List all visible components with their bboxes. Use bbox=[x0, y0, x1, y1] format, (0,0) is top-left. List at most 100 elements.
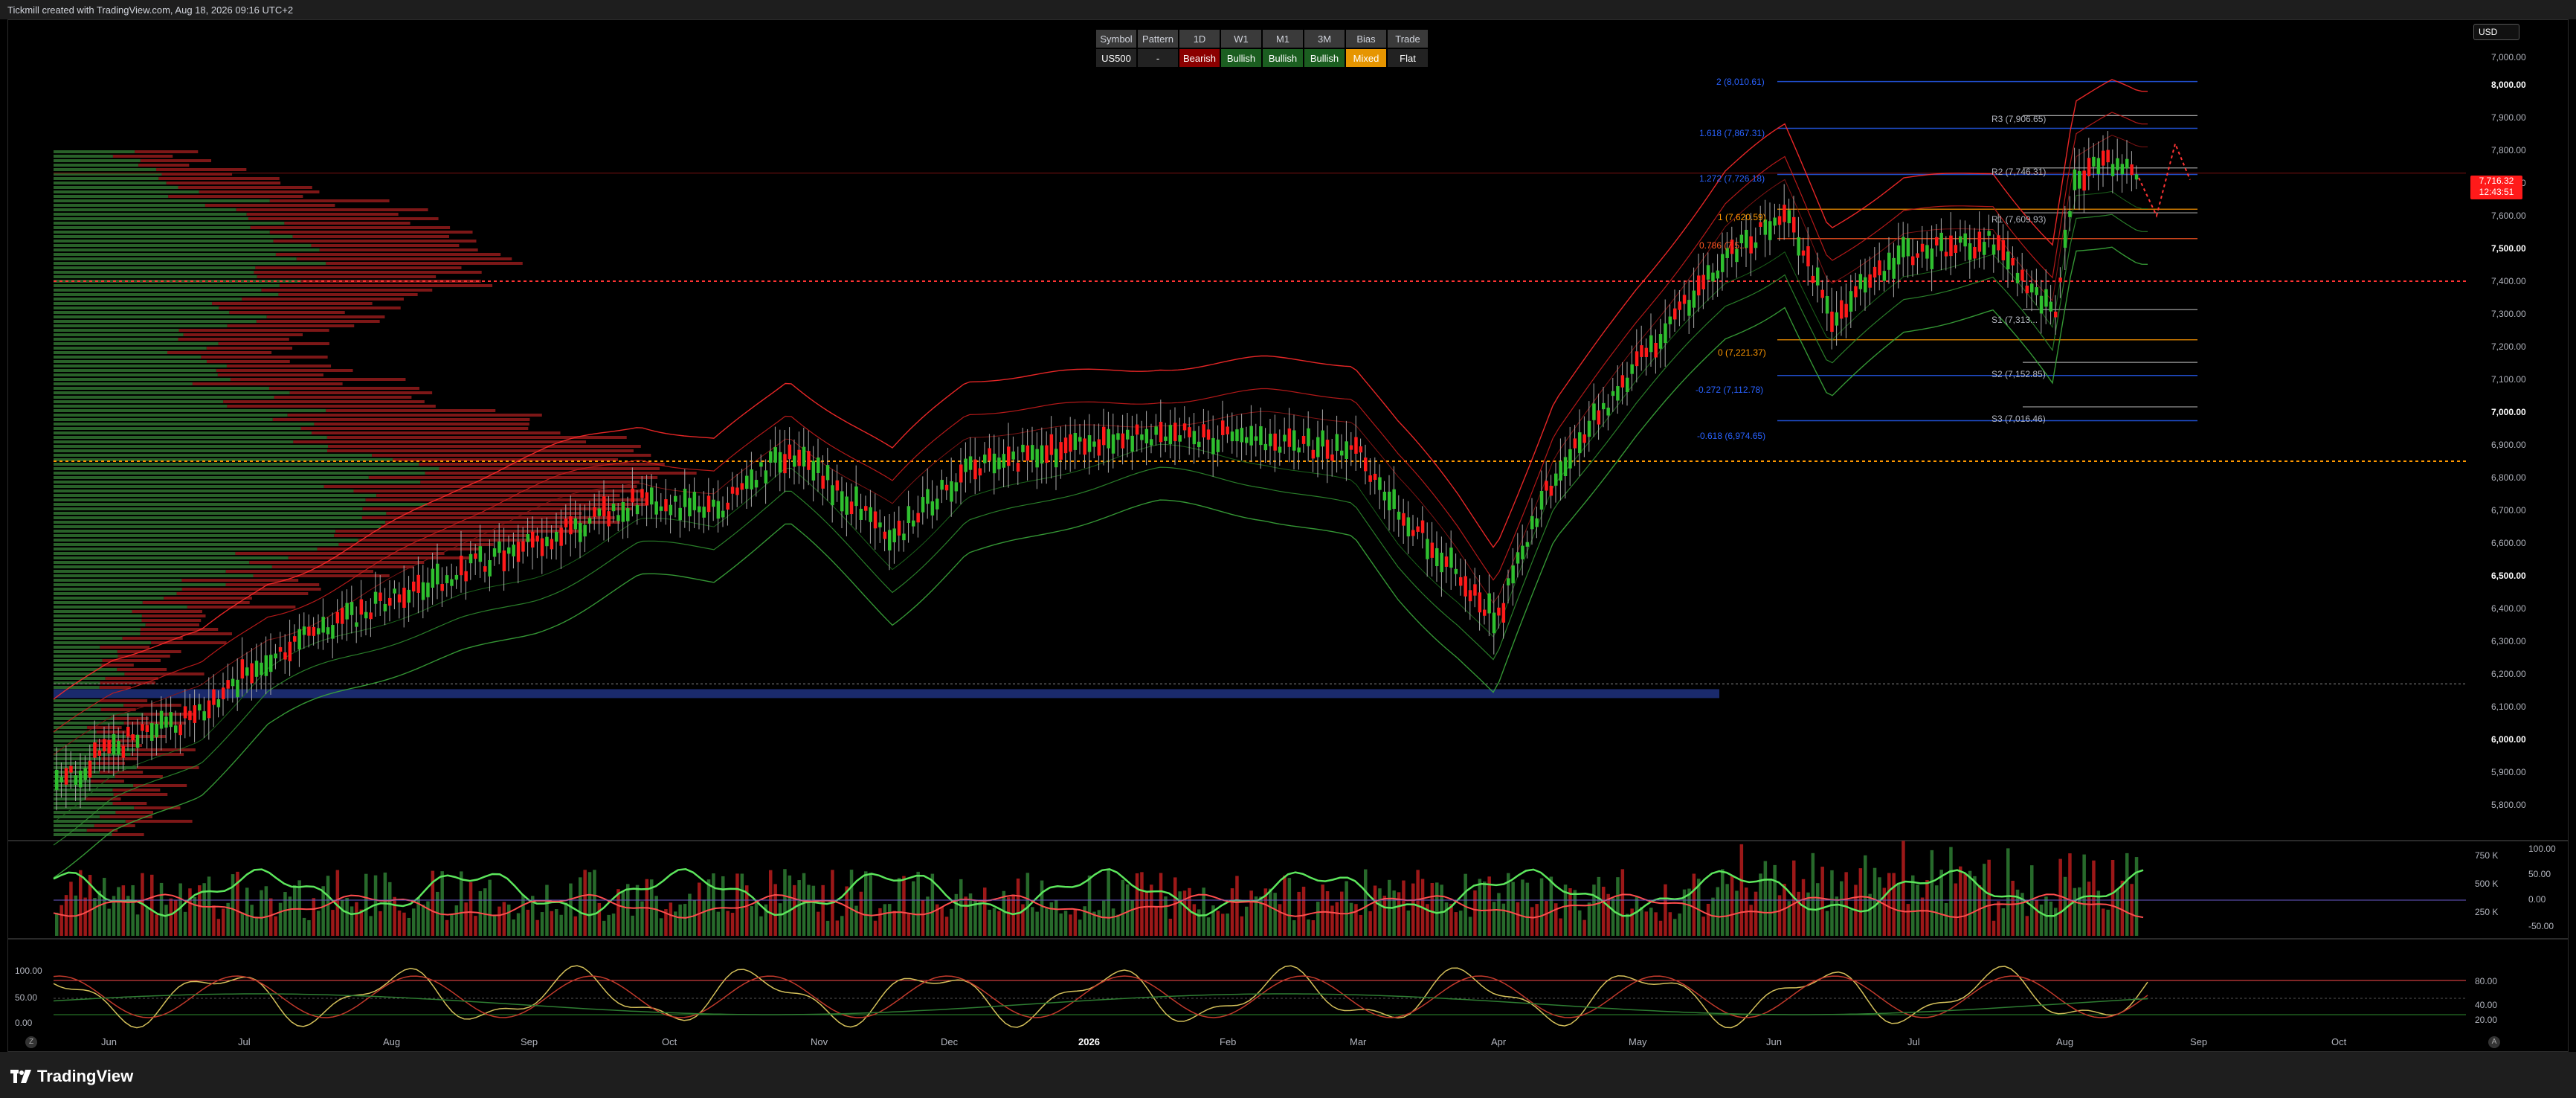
candle-body bbox=[545, 536, 549, 547]
volume-profile-bar bbox=[54, 467, 439, 470]
volume-bar bbox=[611, 914, 616, 936]
candle-body bbox=[397, 594, 402, 603]
candle-body bbox=[916, 513, 920, 523]
volume-profile-bar bbox=[54, 333, 184, 336]
volume-profile-bar bbox=[362, 507, 633, 510]
candle-body bbox=[1440, 552, 1443, 573]
candle-body bbox=[807, 451, 811, 470]
currency-selector[interactable]: USD bbox=[2473, 24, 2519, 40]
volume-bar bbox=[1849, 909, 1853, 936]
volume-bar bbox=[407, 917, 411, 936]
volume-bar bbox=[1325, 891, 1330, 936]
candle-body bbox=[1330, 454, 1334, 461]
volume-profile-bar bbox=[54, 565, 272, 568]
stoch-axis-left-label: 0.00 bbox=[15, 1018, 33, 1028]
volume-bar bbox=[1511, 882, 1515, 936]
volume-bar bbox=[959, 879, 963, 936]
volume-bar bbox=[2106, 909, 2110, 936]
volume-bar bbox=[1664, 884, 1667, 936]
volume-profile-bar bbox=[192, 382, 343, 385]
volume-bar bbox=[278, 902, 283, 936]
candle-body bbox=[1868, 274, 1872, 288]
volume-profile-bar bbox=[54, 503, 428, 506]
candle-body bbox=[1801, 250, 1806, 256]
volume-bar bbox=[1168, 918, 1173, 936]
volume-bar bbox=[454, 905, 459, 936]
volume-profile-bar bbox=[54, 289, 262, 292]
volume-profile-bar bbox=[54, 614, 142, 617]
volume-bar bbox=[107, 908, 111, 936]
volume-bar bbox=[835, 920, 840, 936]
volume-profile-bar bbox=[54, 427, 301, 430]
volume-profile-bar bbox=[54, 431, 312, 434]
candle-body bbox=[1654, 342, 1658, 358]
volume-profile-bar bbox=[54, 226, 251, 229]
volume-bar bbox=[1054, 900, 1058, 936]
volume-bar bbox=[379, 911, 382, 936]
candle-body bbox=[817, 458, 820, 473]
candle-body bbox=[1045, 445, 1049, 463]
candle-body bbox=[302, 626, 306, 635]
volume-profile-bar bbox=[54, 360, 207, 363]
candle-body bbox=[1701, 274, 1705, 290]
bias-header-6: Bias bbox=[1346, 30, 1386, 48]
candle-body bbox=[1830, 311, 1834, 333]
volume-bar bbox=[283, 892, 287, 936]
price-chart[interactable] bbox=[0, 0, 2576, 1098]
candle-body bbox=[1483, 609, 1487, 616]
volume-profile-bar bbox=[54, 543, 339, 546]
volume-bar bbox=[1887, 873, 1891, 936]
candle-body bbox=[1959, 236, 1962, 243]
candle-body bbox=[735, 487, 739, 495]
volume-profile-bar bbox=[311, 244, 460, 247]
candle-body bbox=[1644, 347, 1649, 357]
volume-profile-bar bbox=[54, 409, 326, 412]
candle-body bbox=[559, 527, 563, 546]
volume-bar bbox=[1530, 907, 1534, 936]
zoom-reset-button[interactable]: Z bbox=[25, 1036, 37, 1048]
volume-bar bbox=[355, 902, 358, 936]
volume-bar bbox=[807, 884, 811, 936]
candle-body bbox=[583, 524, 587, 537]
candle-body bbox=[1173, 423, 1177, 442]
volume-profile-bar bbox=[54, 472, 425, 475]
volume-profile-bar bbox=[54, 552, 236, 555]
volume-profile-bar bbox=[293, 440, 587, 443]
volume-bar bbox=[2134, 857, 2139, 936]
volume-bar bbox=[1944, 902, 1948, 936]
volume-bar bbox=[2025, 916, 2029, 936]
volume-profile-bar bbox=[54, 302, 213, 305]
volume-profile-bar bbox=[287, 414, 542, 417]
candle-body bbox=[878, 522, 882, 527]
volume-profile-bar bbox=[386, 512, 582, 515]
volume-bar bbox=[811, 885, 816, 936]
volume-profile-bar bbox=[54, 293, 279, 296]
volume-profile-bar bbox=[94, 824, 135, 827]
volume-profile-bar bbox=[54, 713, 144, 716]
volume-bar bbox=[1392, 890, 1396, 936]
auto-scale-button[interactable]: A bbox=[2488, 1036, 2500, 1048]
candle-body bbox=[1069, 434, 1072, 452]
volume-axis-label: 250 K bbox=[2475, 907, 2499, 917]
volume-profile-bar bbox=[156, 168, 247, 171]
tradingview-logo[interactable]: TradingView bbox=[10, 1067, 133, 1086]
volume-profile-bar bbox=[242, 298, 404, 301]
volume-profile-bar bbox=[178, 186, 312, 189]
candle-body bbox=[1449, 548, 1453, 568]
time-axis-label: Aug bbox=[2056, 1036, 2074, 1047]
volume-bar bbox=[1045, 907, 1049, 936]
volume-profile-bar bbox=[54, 199, 270, 202]
candle-body bbox=[1263, 443, 1268, 451]
candle-body bbox=[944, 484, 949, 491]
volume-bar bbox=[1049, 902, 1054, 936]
volume-bar bbox=[512, 919, 515, 936]
candle-body bbox=[1511, 565, 1515, 584]
volume-bar bbox=[840, 916, 844, 936]
volume-bar bbox=[1568, 888, 1572, 936]
candle-body bbox=[1021, 444, 1025, 452]
candle-body bbox=[1388, 491, 1391, 510]
candle-body bbox=[1997, 235, 2000, 251]
candle-body bbox=[940, 480, 944, 490]
candle-body bbox=[1797, 237, 1800, 256]
candle-body bbox=[1416, 526, 1420, 532]
